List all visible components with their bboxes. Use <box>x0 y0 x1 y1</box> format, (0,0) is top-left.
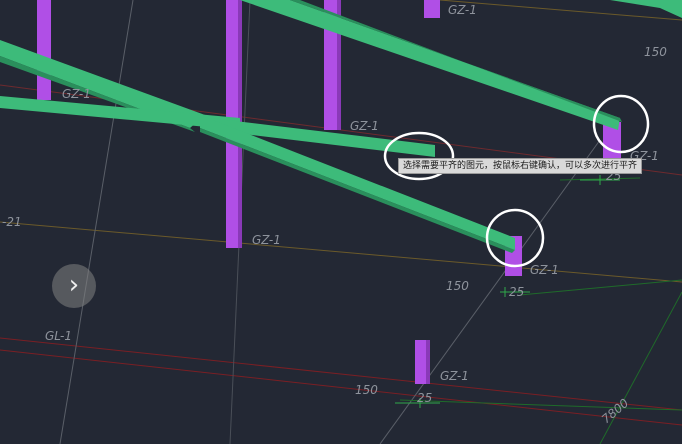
grid-axis-label: -21 <box>2 215 22 229</box>
axis-line <box>0 349 682 426</box>
model-canvas[interactable]: GZ-1 GZ-1 GZ-1 GZ-1 GZ-1 GZ-1 GZ-1 GL-1 … <box>0 0 682 444</box>
column-label: GZ-1 <box>530 263 559 277</box>
command-tooltip: 选择需要平齐的图元，按鼠标右键确认，可以多次进行平齐 <box>398 158 643 174</box>
dimension-label: 25 <box>509 285 524 299</box>
cad-viewport[interactable]: GZ-1 GZ-1 GZ-1 GZ-1 GZ-1 GZ-1 GZ-1 GL-1 … <box>0 0 682 444</box>
dimension-label: 150 <box>355 383 378 397</box>
column-label: GZ-1 <box>62 87 91 101</box>
dim-line <box>399 399 682 411</box>
beam[interactable] <box>200 115 515 250</box>
axis-line <box>379 139 601 444</box>
column-gz[interactable] <box>424 0 440 18</box>
beam-label: GL-1 <box>45 329 72 343</box>
dim-line <box>519 279 682 296</box>
dimension-label: 25 <box>417 391 432 405</box>
next-button[interactable]: › <box>52 264 96 308</box>
dimension-label: 150 <box>446 279 469 293</box>
column-label: GZ-1 <box>440 369 469 383</box>
column-label: GZ-1 <box>252 233 281 247</box>
beam[interactable] <box>240 0 620 130</box>
column-shade <box>426 340 430 384</box>
dimension-label: 150 <box>644 45 667 59</box>
column-label: GZ-1 <box>350 119 379 133</box>
column-label: GZ-1 <box>448 3 477 17</box>
chevron-right-icon: › <box>68 270 80 300</box>
dimension-label: 7800 <box>599 396 632 427</box>
columns <box>37 0 621 384</box>
axis-line <box>0 337 682 411</box>
axis-line <box>0 221 682 283</box>
column-gz[interactable] <box>37 0 51 100</box>
